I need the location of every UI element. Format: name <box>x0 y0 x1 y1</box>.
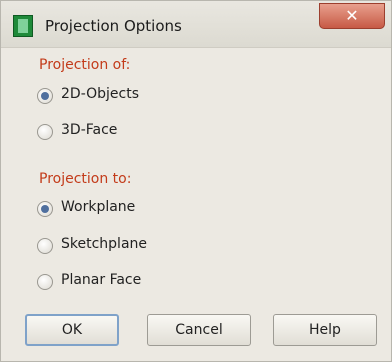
radio-workplane-label: Workplane <box>61 199 136 215</box>
cancel-button[interactable]: Cancel <box>147 314 251 346</box>
projection-options-dialog: Projection Options ✕ Projection of: 2D-O… <box>0 0 392 362</box>
help-button[interactable]: Help <box>273 314 377 346</box>
ok-button[interactable]: OK <box>25 314 119 346</box>
dialog-title: Projection Options <box>45 17 182 35</box>
radio-sketchplane-label: Sketchplane <box>61 236 148 252</box>
radio-selected-icon[interactable] <box>37 88 53 104</box>
projection-of-label: Projection of: <box>39 57 131 73</box>
radio-planar-face-label: Planar Face <box>61 272 142 288</box>
radio-3d-face-label: 3D-Face <box>61 122 118 138</box>
radio-unselected-icon[interactable] <box>37 274 53 290</box>
app-icon <box>13 15 33 37</box>
radio-unselected-icon[interactable] <box>37 238 53 254</box>
radio-selected-icon[interactable] <box>37 201 53 217</box>
title-bar: Projection Options ✕ <box>1 1 391 48</box>
radio-unselected-icon[interactable] <box>37 124 53 140</box>
projection-to-label: Projection to: <box>39 171 132 187</box>
radio-2d-objects-label: 2D-Objects <box>61 86 140 102</box>
close-button[interactable]: ✕ <box>319 3 385 29</box>
